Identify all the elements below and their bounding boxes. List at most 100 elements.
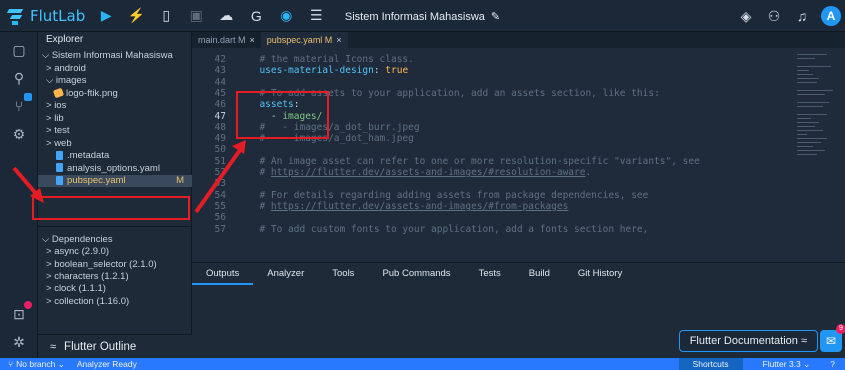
chevron-icon: >: [46, 62, 55, 74]
code-line[interactable]: 44: [192, 77, 792, 88]
stop-icon[interactable]: ▯: [157, 7, 175, 25]
file-item[interactable]: logo-ftik.png: [38, 88, 192, 100]
file-item[interactable]: analysis_options.yaml: [38, 163, 192, 175]
close-icon[interactable]: ×: [336, 35, 341, 45]
minimap-line: [797, 154, 817, 155]
close-icon[interactable]: ×: [250, 35, 255, 45]
panel-tab[interactable]: Outputs: [192, 263, 254, 285]
tree-item-label: logo-ftik.png: [66, 87, 118, 99]
shortcuts-button[interactable]: Shortcuts: [678, 358, 743, 370]
flutter-version-selector[interactable]: Flutter 3.3 ⌄: [763, 359, 811, 370]
code-line[interactable]: 43 uses-material-design: true: [192, 65, 792, 76]
folder-item[interactable]: > web: [38, 138, 192, 150]
search-icon[interactable]: ⚲: [9, 68, 29, 88]
settings-icon[interactable]: ⚙: [9, 124, 29, 144]
code-line[interactable]: 52 # https://flutter.dev/assets-and-imag…: [192, 167, 792, 178]
minimap-line: [797, 102, 829, 103]
editor-tab[interactable]: pubspec.yaml M ×: [260, 32, 348, 48]
line-number: 55: [214, 200, 226, 212]
folder-item[interactable]: ⌵ images: [38, 75, 192, 87]
file-icon: [56, 150, 63, 160]
line-number: 50: [214, 144, 226, 156]
panel-tab[interactable]: Build: [515, 263, 564, 285]
panel-tab[interactable]: Tests: [465, 263, 515, 285]
branch-selector[interactable]: No branch ⌄: [16, 359, 65, 370]
code-line[interactable]: 55 # https://flutter.dev/assets-and-imag…: [192, 201, 792, 212]
add-user-icon[interactable]: ⚇: [765, 7, 783, 25]
minimap-line: [797, 114, 827, 115]
source-control-icon[interactable]: ⑂: [9, 93, 32, 116]
tree-item-label: pubspec.yaml: [67, 175, 126, 186]
account-icon[interactable]: ⊡: [9, 301, 32, 324]
code-line[interactable]: 53: [192, 178, 792, 189]
folder-item[interactable]: ⌵ Sistem Informasi Mahasiswa: [38, 50, 192, 62]
line-number: 57: [214, 223, 226, 235]
folder-item[interactable]: > boolean_selector (2.1.0): [38, 259, 192, 271]
tree-item-label: lib: [54, 112, 64, 124]
save-icon[interactable]: ▣: [187, 7, 205, 25]
panel-tab[interactable]: Git History: [564, 263, 636, 285]
help-icon[interactable]: ?: [830, 359, 835, 369]
hot-reload-icon[interactable]: ⚡: [127, 7, 145, 25]
minimap-line: [797, 54, 827, 55]
minimap-line: [797, 66, 831, 67]
flutter-outline-header[interactable]: ≈ Flutter Outline: [38, 334, 192, 358]
folder-item[interactable]: > collection (1.16.0): [38, 296, 192, 308]
panel-tab[interactable]: Tools: [318, 263, 368, 285]
file-item[interactable]: pubspec.yaml M: [38, 175, 192, 187]
flutter-documentation-button[interactable]: Flutter Documentation ≈: [678, 330, 818, 352]
folder-item[interactable]: > async (2.9.0): [38, 246, 192, 258]
debug-icon[interactable]: ✲: [9, 332, 29, 352]
layers-icon[interactable]: ◈: [737, 7, 755, 25]
chevron-icon: >: [46, 283, 55, 295]
editor-tab[interactable]: main.dart M ×: [192, 32, 261, 48]
line-number: 49: [214, 133, 226, 145]
run-icon[interactable]: ▶: [97, 7, 115, 25]
minimap-line: [797, 150, 825, 151]
minimap-line: [797, 118, 811, 119]
minimap[interactable]: [795, 52, 839, 182]
code-line[interactable]: 50: [192, 144, 792, 155]
folder-item[interactable]: > characters (1.2.1): [38, 271, 192, 283]
chevron-icon: ⌵: [42, 234, 52, 245]
minimap-line: [797, 122, 819, 123]
minimap-line: [797, 90, 833, 91]
panel-tab[interactable]: Analyzer: [253, 263, 318, 285]
folder-item[interactable]: ⌵ Dependencies: [38, 234, 192, 246]
folder-item[interactable]: > lib: [38, 113, 192, 125]
modified-badge: M: [176, 175, 184, 186]
folder-item[interactable]: > test: [38, 125, 192, 137]
code-line[interactable]: 42 # the material Icons class.: [192, 54, 792, 65]
chevron-icon: ⌵: [46, 75, 56, 86]
folder-item[interactable]: > clock (1.1.1): [38, 283, 192, 295]
code-editor[interactable]: main.dart M × pubspec.yaml M × 42 # the mat…: [192, 32, 845, 262]
explorer-divider: [38, 226, 192, 227]
tree-item-label: collection (1.16.0): [54, 295, 130, 307]
minimap-line: [797, 134, 807, 135]
tree-item-label: clock (1.1.1): [54, 283, 106, 295]
code-line[interactable]: 57 # To add custom fonts to your applica…: [192, 224, 792, 235]
code-line[interactable]: 51 # An image asset can refer to one or …: [192, 156, 792, 167]
line-text: # To add custom fonts to your applicatio…: [248, 223, 649, 235]
line-number: 53: [214, 178, 226, 190]
emulator-icon[interactable]: ◉: [277, 7, 295, 25]
chevron-icon: >: [46, 246, 55, 258]
menu-icon[interactable]: ☰: [307, 7, 325, 25]
bell-icon[interactable]: ♫: [793, 7, 811, 25]
folder-item[interactable]: > android: [38, 63, 192, 75]
line-number: 47: [214, 110, 226, 122]
line-number: 42: [214, 54, 226, 65]
file-item[interactable]: .metadata: [38, 150, 192, 162]
minimap-line: [797, 94, 825, 95]
panel-tab[interactable]: Pub Commands: [368, 263, 464, 285]
flutlab-logo[interactable]: FlutLab: [6, 7, 85, 25]
code-line[interactable]: 54 # For details regarding adding assets…: [192, 190, 792, 201]
google-icon[interactable]: G: [247, 7, 265, 25]
chat-button[interactable]: ✉ 9: [820, 324, 845, 352]
avatar[interactable]: A: [821, 6, 841, 26]
cloud-icon[interactable]: ☁: [217, 7, 235, 25]
files-icon[interactable]: ▢: [9, 40, 29, 60]
folder-item[interactable]: > ios: [38, 100, 192, 112]
code-line[interactable]: 56: [192, 212, 792, 223]
chevron-icon: >: [46, 295, 55, 307]
